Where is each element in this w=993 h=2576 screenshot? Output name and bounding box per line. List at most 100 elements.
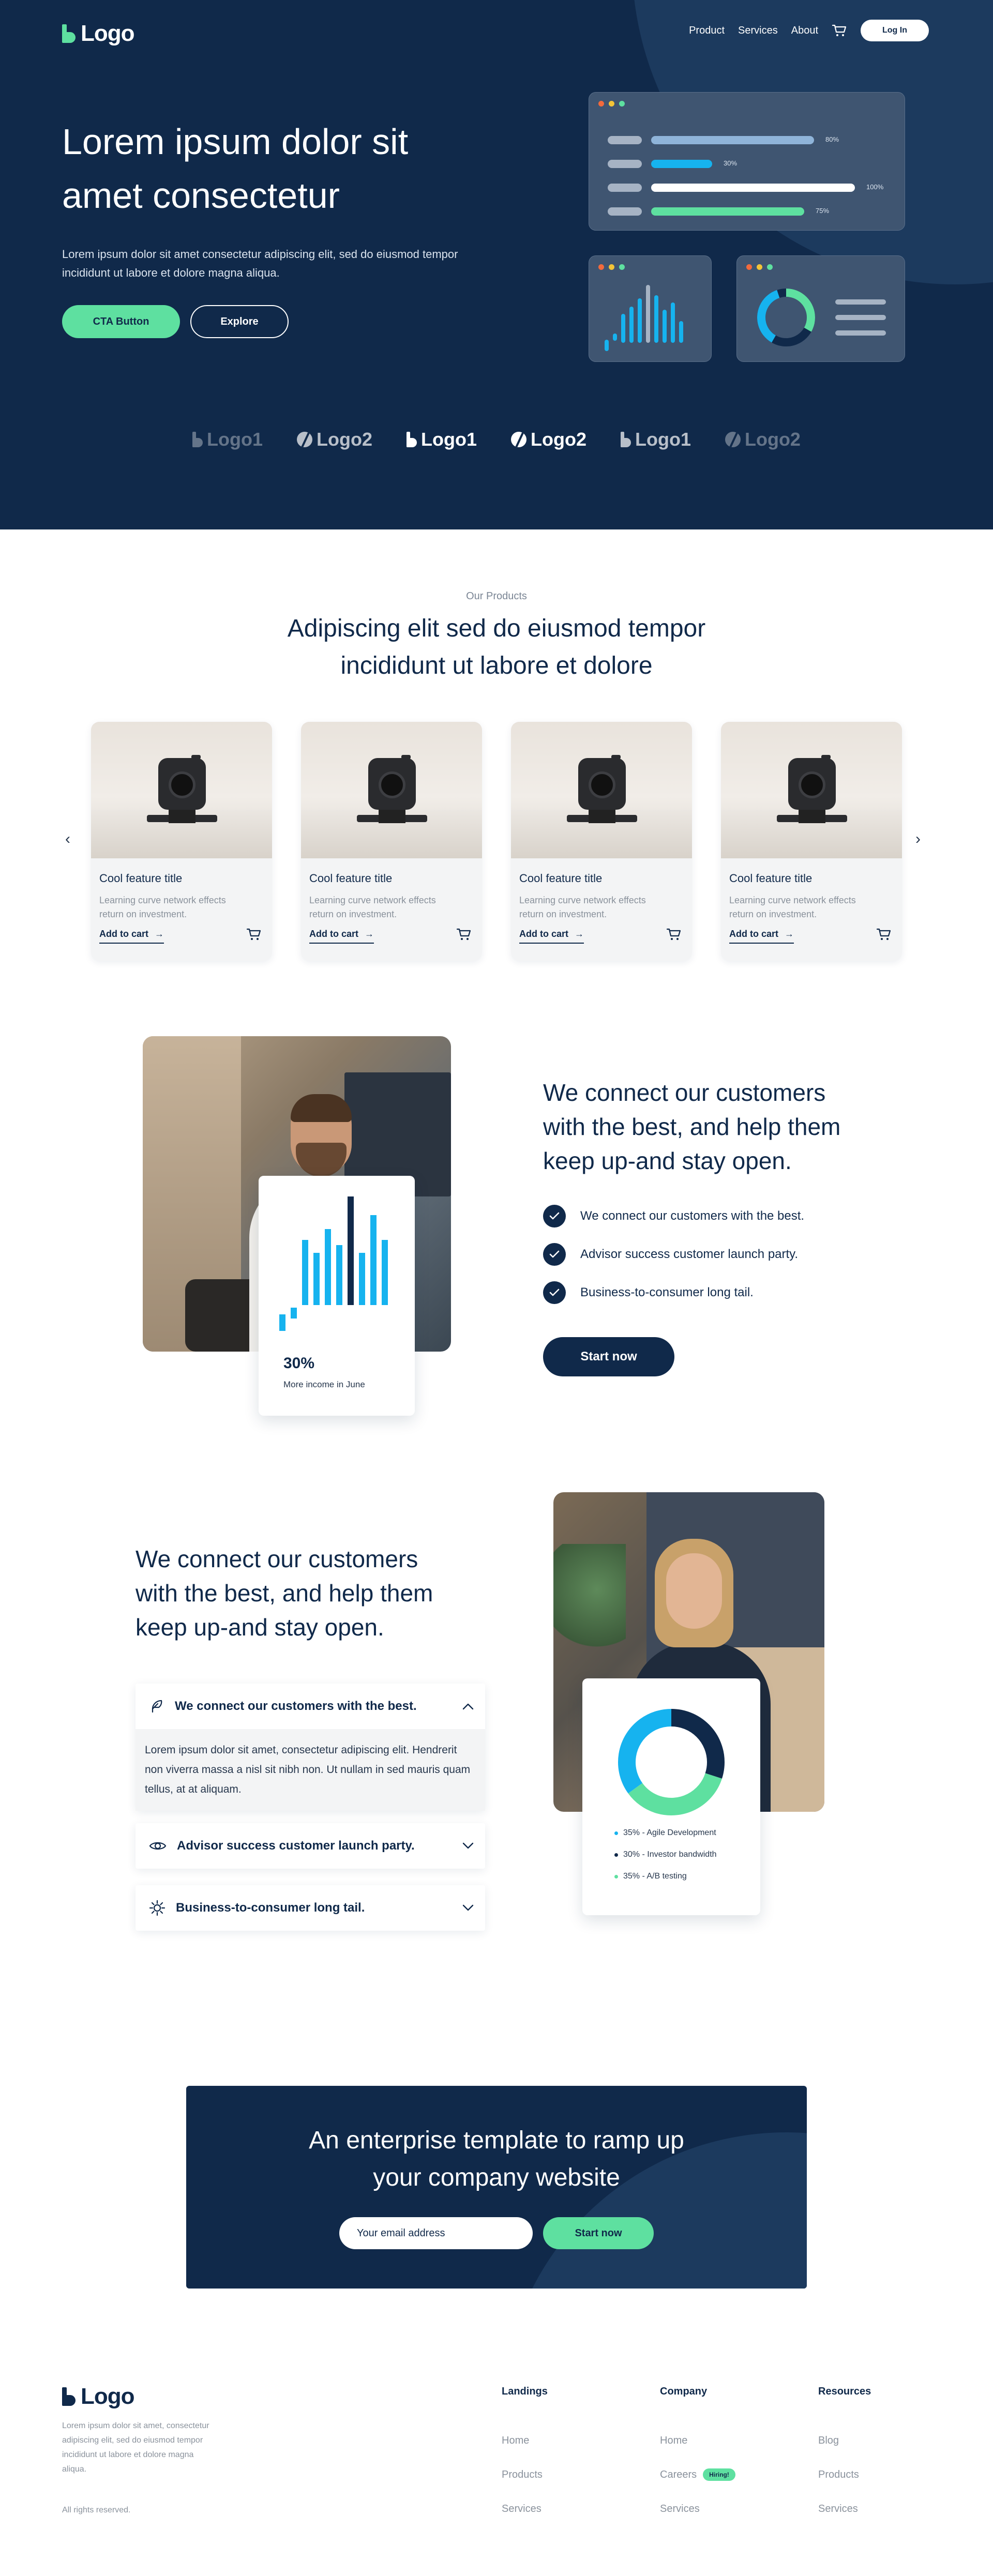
progress-fill-1 [651,136,814,144]
cart-icon[interactable] [666,928,682,941]
hero-section: Logo Product Services About Log In Lorem… [0,0,993,529]
arrow-right-icon: → [365,929,374,939]
accordion-item[interactable]: Advisor success customer launch party. [136,1823,485,1869]
footer-link[interactable]: Products [502,2458,548,2492]
product-card[interactable]: Cool feature title Learning curve networ… [721,722,902,961]
add-to-cart-label: Add to cart [519,929,569,939]
income-bar [359,1253,365,1305]
arrow-right-icon: → [785,929,794,939]
logo-mark-icon [192,432,203,447]
check-item: Business-to-consumer long tail. [543,1281,754,1304]
products-title: Adipiscing elit sed do eiusmod tempor in… [287,615,706,679]
product-description: Learning curve network effects return on… [519,895,646,919]
email-input[interactable] [339,2217,533,2249]
partner-logo-text: Logo1 [421,429,477,450]
legend-dot-icon [614,1853,618,1857]
logo-mark-icon [62,2387,76,2406]
explore-button[interactable]: Explore [190,305,289,338]
product-card[interactable]: Cool feature title Learning curve networ… [301,722,482,961]
mini-donut-icon [757,289,815,346]
progress-label-4: 75% [816,207,830,215]
footer-link[interactable]: Home [502,2423,548,2458]
product-title: Cool feature title [729,872,813,885]
check-icon [543,1281,566,1304]
cart-icon[interactable] [456,928,472,941]
accordion-header[interactable]: We connect our customers with the best. [136,1684,485,1729]
allocation-donut-card: 35% - Agile Development 30% - Investor b… [582,1678,760,1915]
footer-link[interactable]: Services [660,2492,735,2526]
nav-about[interactable]: About [791,25,818,37]
cart-icon[interactable] [246,928,262,941]
product-card[interactable]: Cool feature title Learning curve networ… [511,722,692,961]
cart-icon[interactable] [876,928,892,941]
product-title: Cool feature title [519,872,603,885]
product-description: Learning curve network effects return on… [729,895,856,919]
nav-services[interactable]: Services [738,25,778,37]
arrow-right-icon: → [575,929,584,939]
hero-title: Lorem ipsum dolor sit amet consectetur [62,122,409,216]
income-bar [302,1240,308,1305]
hiring-badge: Hiring! [703,2468,735,2481]
feature2-title: We connect our customers with the best, … [136,1545,433,1641]
product-title: Cool feature title [309,872,393,885]
add-to-cart-link[interactable]: Add to cart → [519,929,584,944]
arrow-right-icon: → [155,929,164,939]
chevron-down-icon [462,1904,474,1911]
mini-bar-chart-icon [605,285,683,351]
add-to-cart-label: Add to cart [309,929,359,939]
progress-label-1: 80% [825,135,839,143]
accordion-header[interactable]: Business-to-consumer long tail. [136,1885,485,1931]
feather-icon [152,1700,162,1713]
footer-column-title: Landings [502,2386,548,2397]
donut-legend-item: 35% - Agile Development [614,1828,716,1838]
footer-column-company: Company Home Careers Hiring! Services [660,2386,735,2526]
partner-logo-text: Logo1 [635,429,691,450]
footer-logo[interactable]: Logo [62,2384,135,2410]
add-to-cart-link[interactable]: Add to cart → [729,929,794,944]
income-stat-value: 30% [283,1355,315,1372]
income-bar [370,1215,377,1305]
progress-dashboard-card: 80% 30% 100% 75% [589,92,905,231]
add-to-cart-link[interactable]: Add to cart → [99,929,164,944]
legend-label: 35% - A/B testing [623,1872,687,1881]
cta-banner: An enterprise template to ramp up your c… [186,2086,807,2289]
income-bar [382,1240,388,1305]
accordion-title: Business-to-consumer long tail. [176,1901,365,1915]
product-title: Cool feature title [99,872,183,885]
cta-button[interactable]: CTA Button [62,305,180,338]
products-eyebrow: Our Products [466,590,527,602]
partner-logo-text: Logo1 [207,429,263,450]
income-bar-chart [279,1196,388,1331]
add-to-cart-link[interactable]: Add to cart → [309,929,374,944]
cta-start-now-button[interactable]: Start now [543,2217,654,2249]
donut-legend-item: 35% - A/B testing [614,1872,687,1881]
carousel-prev-icon[interactable]: ‹ [65,830,70,848]
product-image [301,722,482,858]
start-now-button[interactable]: Start now [543,1337,674,1376]
accordion-item[interactable]: Business-to-consumer long tail. [136,1885,485,1931]
footer-link[interactable]: Services [502,2492,548,2526]
footer-link-careers[interactable]: Careers Hiring! [660,2458,735,2492]
legend-line [835,299,886,305]
footer-link[interactable]: Blog [818,2423,871,2458]
donut-card [736,255,905,362]
nav-product[interactable]: Product [689,25,725,37]
product-image [721,722,902,858]
footer-link[interactable]: Home [660,2423,735,2458]
legend-line [835,330,886,336]
income-bar [291,1308,297,1319]
sun-icon [149,1900,166,1916]
logo-mark-icon [62,24,76,43]
footer-link[interactable]: Products [818,2458,871,2492]
legend-dot-icon [614,1831,618,1835]
carousel-next-icon[interactable]: › [915,830,921,848]
header-logo[interactable]: Logo [62,21,135,47]
window-dots-icon [746,264,773,270]
accordion-header[interactable]: Advisor success customer launch party. [136,1823,485,1869]
login-button[interactable]: Log In [861,20,929,41]
cart-icon[interactable] [832,24,847,37]
product-card[interactable]: Cool feature title Learning curve networ… [91,722,272,961]
income-stat-label: More income in June [283,1380,365,1389]
window-dots-icon [598,101,625,107]
footer-link[interactable]: Services [818,2492,871,2526]
